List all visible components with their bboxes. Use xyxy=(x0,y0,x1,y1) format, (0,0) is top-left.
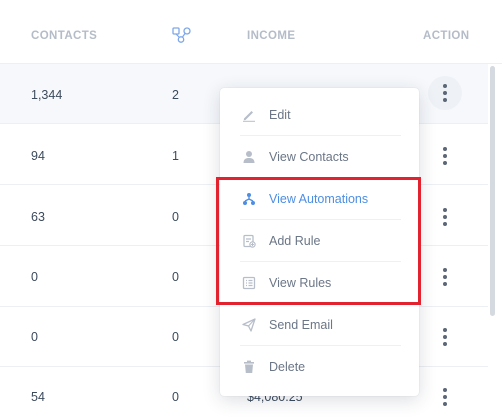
flows-count: 0 xyxy=(172,270,179,284)
flows-count: 0 xyxy=(172,390,179,404)
annotation-highlight-box xyxy=(216,177,421,305)
contacts-count: 94 xyxy=(31,149,45,163)
paper-plane-icon xyxy=(242,318,256,332)
menu-item-label: View Contacts xyxy=(269,150,349,164)
menu-item-label: Edit xyxy=(269,108,291,122)
kebab-icon xyxy=(443,328,447,346)
row-actions-button[interactable] xyxy=(428,76,462,110)
contacts-count: 54 xyxy=(31,390,45,404)
scrollbar-thumb[interactable] xyxy=(490,66,495,316)
kebab-icon xyxy=(443,147,447,165)
flow-nodes-icon xyxy=(172,27,192,46)
flows-count: 0 xyxy=(172,210,179,224)
column-header-contacts: CONTACTS xyxy=(31,30,98,42)
menu-item-label: Delete xyxy=(269,360,306,374)
kebab-icon xyxy=(443,208,447,226)
table-header: CONTACTS INCOME ACTION xyxy=(0,0,502,64)
trash-icon xyxy=(242,360,256,374)
flows-count: 2 xyxy=(172,88,179,102)
menu-item-edit[interactable]: Edit xyxy=(220,94,419,136)
column-header-action: ACTION xyxy=(423,30,470,42)
contacts-count: 0 xyxy=(31,270,38,284)
scrollbar[interactable] xyxy=(488,64,502,420)
flows-count: 0 xyxy=(172,330,179,344)
menu-item-label: Send Email xyxy=(269,318,333,332)
pencil-icon xyxy=(242,108,256,122)
row-actions-button[interactable] xyxy=(428,320,462,354)
contacts-count: 0 xyxy=(31,330,38,344)
contacts-count: 63 xyxy=(31,210,45,224)
menu-item-delete[interactable]: Delete xyxy=(220,346,419,388)
row-actions-button[interactable] xyxy=(428,139,462,173)
row-actions-button[interactable] xyxy=(428,200,462,234)
kebab-icon xyxy=(443,388,447,406)
contacts-count: 1,344 xyxy=(31,88,63,102)
row-actions-button[interactable] xyxy=(428,260,462,294)
user-icon xyxy=(242,150,256,164)
column-header-income: INCOME xyxy=(247,30,296,42)
flows-count: 1 xyxy=(172,149,179,163)
kebab-icon xyxy=(443,84,447,102)
menu-item-view-contacts[interactable]: View Contacts xyxy=(220,136,419,178)
menu-item-send-email[interactable]: Send Email xyxy=(220,304,419,346)
row-actions-button[interactable] xyxy=(428,380,462,414)
kebab-icon xyxy=(443,268,447,286)
